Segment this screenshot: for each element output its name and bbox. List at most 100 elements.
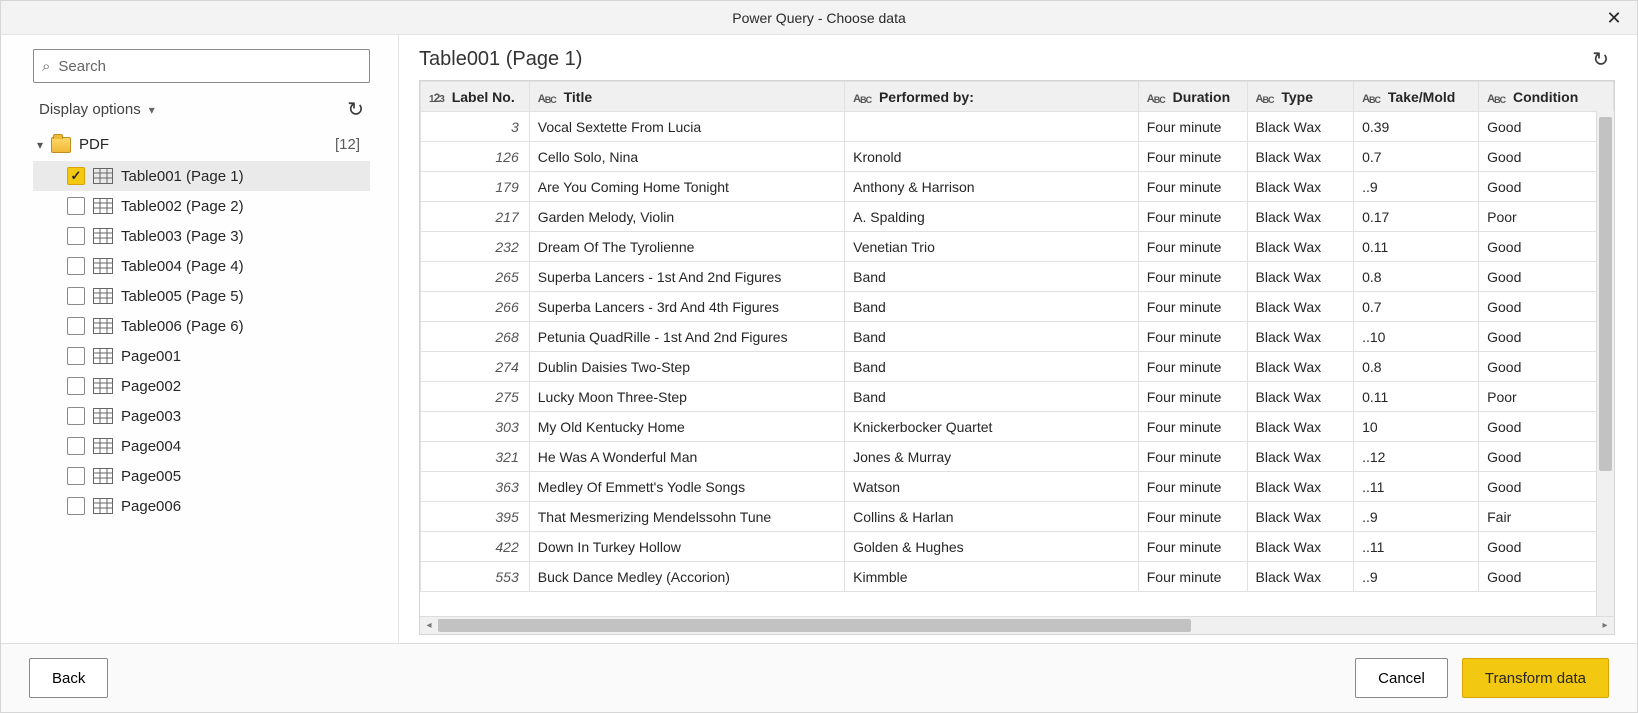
table-row[interactable]: 363Medley Of Emmett's Yodle SongsWatsonF… [421, 472, 1614, 502]
cell-labelno[interactable]: 274 [421, 352, 530, 382]
cell-type[interactable]: Black Wax [1247, 112, 1354, 142]
checkbox[interactable] [67, 287, 85, 305]
cell-takemold[interactable]: 0.7 [1354, 292, 1479, 322]
cell-type[interactable]: Black Wax [1247, 412, 1354, 442]
tree-item-table004-page-4-[interactable]: Table004 (Page 4) [33, 251, 370, 281]
cell-takemold[interactable]: 10 [1354, 412, 1479, 442]
cell-performedby[interactable]: Band [845, 352, 1139, 382]
table-row[interactable]: 422Down In Turkey HollowGolden & HughesF… [421, 532, 1614, 562]
cell-duration[interactable]: Four minute [1138, 232, 1247, 262]
column-header-title[interactable]: ABC Title [529, 82, 844, 112]
cell-takemold[interactable]: 0.39 [1354, 112, 1479, 142]
cell-condition[interactable]: Fair [1479, 502, 1614, 532]
cell-labelno[interactable]: 553 [421, 562, 530, 592]
cell-type[interactable]: Black Wax [1247, 382, 1354, 412]
cell-labelno[interactable]: 265 [421, 262, 530, 292]
checkbox[interactable] [67, 377, 85, 395]
cell-title[interactable]: He Was A Wonderful Man [529, 442, 844, 472]
scroll-left-icon[interactable]: ◂ [420, 620, 438, 631]
table-row[interactable]: 395That Mesmerizing Mendelssohn TuneColl… [421, 502, 1614, 532]
cell-labelno[interactable]: 395 [421, 502, 530, 532]
cell-duration[interactable]: Four minute [1138, 142, 1247, 172]
cell-takemold[interactable]: ..11 [1354, 472, 1479, 502]
display-options-dropdown[interactable]: Display options ▾ [39, 101, 155, 118]
tree-root-pdf[interactable]: ▾ PDF [12] [33, 130, 370, 159]
cell-condition[interactable]: Good [1479, 172, 1614, 202]
table-row[interactable]: 232Dream Of The TyrolienneVenetian TrioF… [421, 232, 1614, 262]
cell-duration[interactable]: Four minute [1138, 292, 1247, 322]
cell-type[interactable]: Black Wax [1247, 202, 1354, 232]
checkbox[interactable] [67, 227, 85, 245]
cell-performedby[interactable] [845, 112, 1139, 142]
cell-title[interactable]: Petunia QuadRille - 1st And 2nd Figures [529, 322, 844, 352]
cell-title[interactable]: Superba Lancers - 1st And 2nd Figures [529, 262, 844, 292]
table-row[interactable]: 275Lucky Moon Three-StepBandFour minuteB… [421, 382, 1614, 412]
cell-labelno[interactable]: 422 [421, 532, 530, 562]
cell-condition[interactable]: Good [1479, 562, 1614, 592]
cell-performedby[interactable]: Band [845, 382, 1139, 412]
table-row[interactable]: 217Garden Melody, ViolinA. SpaldingFour … [421, 202, 1614, 232]
cell-labelno[interactable]: 266 [421, 292, 530, 322]
cell-performedby[interactable]: Band [845, 262, 1139, 292]
cell-condition[interactable]: Good [1479, 262, 1614, 292]
refresh-icon[interactable]: ↻ [347, 97, 364, 122]
cell-takemold[interactable]: 0.17 [1354, 202, 1479, 232]
search-box[interactable]: ⌕ [33, 49, 370, 83]
tree-item-table001-page-1-[interactable]: ✓Table001 (Page 1) [33, 161, 370, 191]
cell-takemold[interactable]: ..9 [1354, 502, 1479, 532]
cell-performedby[interactable]: Collins & Harlan [845, 502, 1139, 532]
cell-title[interactable]: Superba Lancers - 3rd And 4th Figures [529, 292, 844, 322]
search-input[interactable] [56, 57, 361, 76]
cell-duration[interactable]: Four minute [1138, 322, 1247, 352]
cell-duration[interactable]: Four minute [1138, 502, 1247, 532]
scrollbar-thumb[interactable] [1599, 117, 1612, 471]
cell-performedby[interactable]: Kronold [845, 142, 1139, 172]
tree-item-page002[interactable]: Page002 [33, 371, 370, 401]
checkbox[interactable]: ✓ [67, 167, 85, 185]
table-row[interactable]: 265Superba Lancers - 1st And 2nd Figures… [421, 262, 1614, 292]
cell-condition[interactable]: Good [1479, 112, 1614, 142]
cell-type[interactable]: Black Wax [1247, 562, 1354, 592]
cell-performedby[interactable]: A. Spalding [845, 202, 1139, 232]
cell-duration[interactable]: Four minute [1138, 442, 1247, 472]
cell-takemold[interactable]: 0.8 [1354, 262, 1479, 292]
cell-duration[interactable]: Four minute [1138, 532, 1247, 562]
close-icon[interactable]: ✕ [1591, 1, 1637, 35]
tree-item-table002-page-2-[interactable]: Table002 (Page 2) [33, 191, 370, 221]
column-header-type[interactable]: ABC Type [1247, 82, 1354, 112]
cancel-button[interactable]: Cancel [1355, 658, 1448, 698]
cell-duration[interactable]: Four minute [1138, 472, 1247, 502]
cell-performedby[interactable]: Anthony & Harrison [845, 172, 1139, 202]
cell-takemold[interactable]: ..11 [1354, 532, 1479, 562]
cell-labelno[interactable]: 179 [421, 172, 530, 202]
column-header-label-no-[interactable]: 123 Label No. [421, 82, 530, 112]
checkbox[interactable] [67, 317, 85, 335]
cell-type[interactable]: Black Wax [1247, 292, 1354, 322]
table-row[interactable]: 303My Old Kentucky HomeKnickerbocker Qua… [421, 412, 1614, 442]
cell-title[interactable]: Dream Of The Tyrolienne [529, 232, 844, 262]
scroll-right-icon[interactable]: ▸ [1596, 620, 1614, 631]
cell-labelno[interactable]: 3 [421, 112, 530, 142]
cell-takemold[interactable]: 0.8 [1354, 352, 1479, 382]
cell-condition[interactable]: Poor [1479, 202, 1614, 232]
cell-type[interactable]: Black Wax [1247, 502, 1354, 532]
cell-duration[interactable]: Four minute [1138, 262, 1247, 292]
cell-condition[interactable]: Good [1479, 322, 1614, 352]
table-row[interactable]: 3Vocal Sextette From LuciaFour minuteBla… [421, 112, 1614, 142]
cell-labelno[interactable]: 232 [421, 232, 530, 262]
cell-title[interactable]: That Mesmerizing Mendelssohn Tune [529, 502, 844, 532]
checkbox[interactable] [67, 347, 85, 365]
cell-performedby[interactable]: Kimmble [845, 562, 1139, 592]
cell-type[interactable]: Black Wax [1247, 352, 1354, 382]
checkbox[interactable] [67, 467, 85, 485]
tree-item-table006-page-6-[interactable]: Table006 (Page 6) [33, 311, 370, 341]
cell-title[interactable]: My Old Kentucky Home [529, 412, 844, 442]
cell-type[interactable]: Black Wax [1247, 232, 1354, 262]
cell-title[interactable]: Medley Of Emmett's Yodle Songs [529, 472, 844, 502]
cell-labelno[interactable]: 303 [421, 412, 530, 442]
tree-item-table005-page-5-[interactable]: Table005 (Page 5) [33, 281, 370, 311]
cell-type[interactable]: Black Wax [1247, 262, 1354, 292]
tree-item-page005[interactable]: Page005 [33, 461, 370, 491]
cell-performedby[interactable]: Band [845, 292, 1139, 322]
table-row[interactable]: 179Are You Coming Home TonightAnthony & … [421, 172, 1614, 202]
